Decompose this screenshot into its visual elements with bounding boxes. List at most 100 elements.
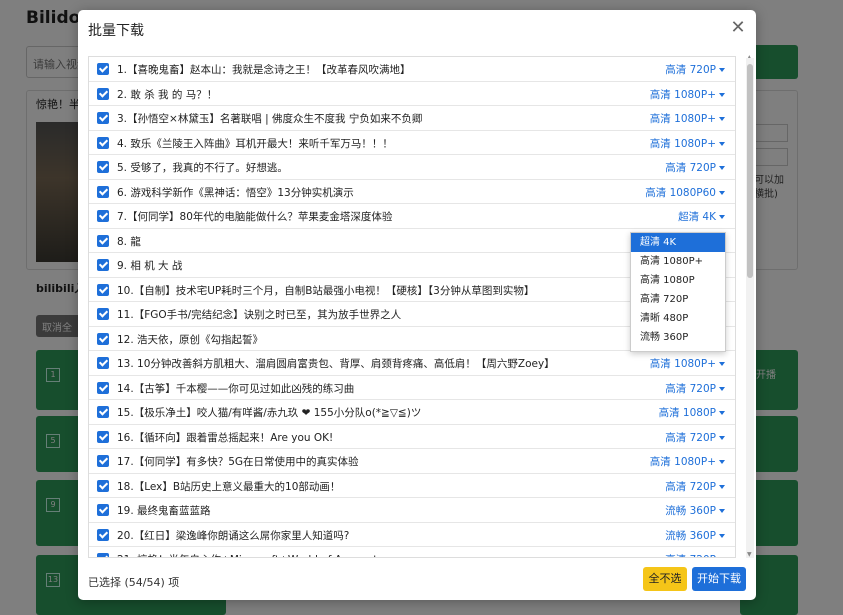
chevron-down-icon [719,509,725,513]
item-title: 12. 浩天依，原创《勾指起誓》 [117,333,264,346]
quality-label: 流畅 360P [665,505,716,517]
quality-dropdown[interactable]: 超清 4K 高清 1080P+ 高清 1080P 高清 720P 清晰 480P 流畅 3… [630,232,726,352]
quality-select[interactable]: 高清 1080P [659,405,725,420]
item-checkbox[interactable] [97,553,109,557]
chevron-down-icon [719,166,725,170]
list-item[interactable]: 20.【红日】梁逸峰你朗诵这么屌你家里人知道吗? 流畅 360P [89,523,735,547]
list-item[interactable]: 3.【孙悟空×林黛玉】名著联唱 | 佛度众生不度我 宁负如来不负卿 高清 1080… [89,106,735,131]
item-checkbox[interactable] [97,161,109,173]
item-checkbox[interactable] [97,528,109,541]
quality-label: 高清 720P [665,554,716,557]
quality-label: 高清 720P [665,480,716,493]
item-checkbox[interactable] [97,504,109,516]
quality-select[interactable]: 高清 1080P+ [650,111,725,126]
quality-select[interactable]: 高清 720P [665,430,725,445]
item-title: 4. 致乐《兰陵王入阵曲》耳机开最大！来听千军万马！！！ [117,137,393,150]
item-checkbox[interactable] [97,479,109,492]
quality-select[interactable]: 高清 720P [665,62,725,77]
item-title: 17.【何同学】有多快？5G在日常使用中的真实体验 [117,456,359,468]
item-checkbox[interactable] [97,234,109,247]
item-checkbox[interactable] [97,283,109,296]
item-checkbox[interactable] [97,259,109,271]
item-checkbox[interactable] [97,63,109,75]
dropdown-option[interactable]: 高清 1080P [631,271,725,290]
quality-select[interactable]: 高清 1080P60 [645,185,725,200]
quality-label: 高清 1080P+ [649,358,716,370]
chevron-down-icon [719,141,725,146]
quality-select[interactable]: 高清 1080P+ [650,454,725,469]
item-checkbox[interactable] [97,332,109,345]
quality-select[interactable]: 流畅 360P [665,528,725,543]
list-item[interactable]: 17.【何同学】有多快？5G在日常使用中的真实体验 高清 1080P+ [89,449,735,474]
list-item[interactable]: 18.【Lex】B站历史上意义最重大的10部动画！ 高清 720P [89,474,735,498]
list-item[interactable]: 5. 受够了，我真的不行了。好想逃。 高清 720P [89,155,735,180]
list-item[interactable]: 1.【喜晚鬼畜】赵本山：我就是念诗之王！【改革春风吹满地】 高清 720P [89,57,735,82]
deselect-all-button[interactable]: 全不选 [643,567,687,591]
scroll-down-icon[interactable]: ▼ [747,551,752,558]
item-checkbox[interactable] [97,455,109,467]
close-icon[interactable]: ✕ [730,18,746,38]
chevron-down-icon [719,68,725,72]
chevron-down-icon [719,190,725,195]
quality-select[interactable]: 高清 1080P+ [650,356,725,371]
item-checkbox[interactable] [97,136,109,149]
quality-select[interactable]: 超清 4K [678,209,725,224]
chevron-down-icon [719,92,725,97]
quality-select[interactable]: 高清 1080P+ [650,87,725,102]
chevron-down-icon [719,117,725,121]
item-title: 9. 相 机 大 战 [117,260,183,272]
dropdown-option[interactable]: 清晰 480P [631,309,725,328]
selected-count: 已选择 (54/54) 项 [88,576,180,589]
list-item[interactable]: 13. 10分钟改善斜方肌粗大、溜肩圆肩富贵包、背厚、肩颈背疼痛、高低肩！【周六… [89,351,735,376]
quality-label: 高清 1080P+ [649,137,716,150]
item-checkbox[interactable] [97,185,109,198]
item-checkbox[interactable] [97,406,109,418]
start-download-button[interactable]: 开始下载 [692,567,746,591]
item-checkbox[interactable] [97,87,109,100]
item-title: 3.【孙悟空×林黛玉】名著联唱 | 佛度众生不度我 宁负如来不负卿 [117,113,423,125]
quality-label: 高清 1080P+ [649,113,716,125]
list-scrollbar[interactable] [746,58,754,558]
item-checkbox[interactable] [97,357,109,369]
list-item[interactable]: 19. 最终鬼畜蓝蓝路 流畅 360P [89,498,735,523]
chevron-down-icon [719,386,725,391]
dropdown-option[interactable]: 高清 720P [631,290,725,309]
quality-select[interactable]: 高清 720P [665,479,725,494]
item-checkbox[interactable] [97,210,109,222]
item-title: 18.【Lex】B站历史上意义最重大的10部动画！ [117,480,341,493]
quality-select[interactable]: 流畅 360P [665,503,725,518]
item-title: 11.【FGO手书/完结纪念】诀别之时已至，其为放手世界之人 [117,309,402,321]
chevron-down-icon [719,460,725,464]
quality-select[interactable]: 高清 720P [665,552,725,557]
list-item[interactable]: 15.【极乐净土】咬人猫/有咩酱/赤九玖 ❤ 155小分队o(*≧▽≦)ツ 高清 … [89,400,735,425]
item-title: 16.【循环向】跟着雷总摇起来！Are you OK! [117,431,334,444]
quality-label: 高清 1080P+ [649,88,716,101]
quality-label: 高清 720P [665,64,716,76]
scrollbar-thumb[interactable] [747,64,753,278]
item-title: 2. 敢 杀 我 的 马？！ [117,88,218,101]
quality-select[interactable]: 高清 720P [665,160,725,175]
list-item[interactable]: 7.【何同学】80年代的电脑能做什么？苹果麦金塔深度体验 超清 4K [89,204,735,229]
item-checkbox[interactable] [97,381,109,394]
item-checkbox[interactable] [97,308,109,320]
item-checkbox[interactable] [97,112,109,124]
list-item[interactable]: 2. 敢 杀 我 的 马？！ 高清 1080P+ [89,82,735,106]
quality-label: 超清 4K [678,211,716,223]
dropdown-option[interactable]: 流畅 360P [631,328,725,347]
chevron-down-icon [719,215,725,219]
list-item[interactable]: 21. 惊艳！半年自心作+Minecraft+World of Ancecuta… [89,547,735,557]
item-title: 15.【极乐净土】咬人猫/有咩酱/赤九玖 ❤ 155小分队o(*≧▽≦)ツ [117,407,422,419]
list-item[interactable]: 6. 游戏科学新作《黑神话：悟空》13分钟实机演示 高清 1080P60 [89,180,735,204]
item-title: 7.【何同学】80年代的电脑能做什么？苹果麦金塔深度体验 [117,211,393,223]
quality-label: 流畅 360P [665,529,716,542]
dropdown-option[interactable]: 超清 4K [631,233,725,252]
quality-label: 高清 1080P [658,407,716,419]
list-item[interactable]: 4. 致乐《兰陵王入阵曲》耳机开最大！来听千军万马！！！ 高清 1080P+ [89,131,735,155]
item-checkbox[interactable] [97,430,109,443]
dropdown-option[interactable]: 高清 1080P+ [631,252,725,271]
list-item[interactable]: 14.【古筝】千本樱——你可见过如此凶残的练习曲 高清 720P [89,376,735,400]
list-item[interactable]: 16.【循环向】跟着雷总摇起来！Are you OK! 高清 720P [89,425,735,449]
quality-select[interactable]: 高清 720P [665,381,725,396]
item-title: 20.【红日】梁逸峰你朗诵这么屌你家里人知道吗? [117,529,350,542]
quality-select[interactable]: 高清 1080P+ [650,136,725,151]
